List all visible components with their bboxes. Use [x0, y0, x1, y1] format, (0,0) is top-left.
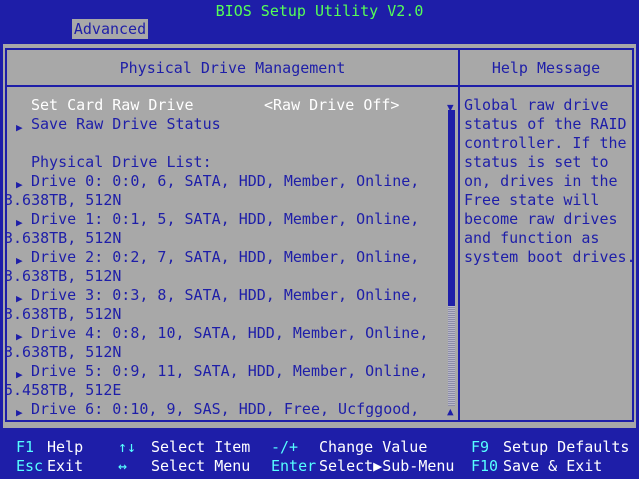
drive-item-3-detail: 3.638TB, 512N [4, 305, 122, 323]
footer-key-f10: F10 [471, 457, 499, 475]
footer-key-f1: F1 [16, 438, 35, 456]
footer-key-updown-icon: ↑↓ [118, 438, 137, 456]
help-line: Global raw drive [464, 96, 609, 114]
panel-divider-vertical [458, 48, 460, 422]
panel-border-bottom [5, 420, 634, 422]
drive-item-2-detail: 3.638TB, 512N [4, 267, 122, 285]
footer-key-esc: Esc [16, 457, 44, 475]
footer-desc-exit: Exit [47, 457, 84, 475]
footer-desc-select-submenu: Select▶Sub-Menu [319, 457, 455, 475]
footer-desc-select-menu: Select Menu [151, 457, 251, 475]
save-raw-drive-status-item[interactable]: Save Raw Drive Status [31, 115, 221, 134]
panel-border-top [5, 48, 634, 50]
footer-desc-setup-defaults: Setup Defaults [503, 438, 630, 456]
header-divider [5, 85, 634, 87]
help-line: system boot drives. [464, 248, 636, 266]
scroll-up-arrow-icon[interactable]: ▲ [447, 402, 454, 421]
set-card-raw-drive-label[interactable]: Set Card Raw Drive [31, 96, 194, 115]
footer-desc-help: Help [47, 438, 84, 456]
footer-key-enter: Enter [271, 457, 317, 475]
tab-advanced[interactable]: Advanced [72, 19, 148, 39]
panel-border-right [632, 48, 634, 422]
submenu-arrow-icon: ▶ [16, 121, 23, 134]
help-line: on, drives in the [464, 172, 618, 190]
help-line: status is set to [464, 153, 609, 171]
drive-item-6[interactable]: Drive 6: 0:10, 9, SAS, HDD, Free, Ucfggo… [31, 400, 419, 419]
scrollbar-thumb[interactable] [448, 110, 455, 306]
footer-key-plusminus: -/+ [271, 438, 299, 456]
footer-desc-save-exit: Save & Exit [503, 457, 603, 475]
help-line: Free state will [464, 191, 600, 209]
help-section-header: Help Message [491, 59, 601, 77]
drive-item-4[interactable]: Drive 4: 0:8, 10, SATA, HDD, Member, Onl… [31, 324, 428, 343]
footer-desc-change-value: Change Value [319, 438, 428, 456]
help-line: status of the RAID [464, 115, 627, 133]
physical-drive-list-title: Physical Drive List: [31, 153, 212, 171]
main-section-header: Physical Drive Management [119, 59, 346, 77]
drive-item-5-detail: 5.458TB, 512E [4, 381, 122, 399]
help-line: controller. If the [464, 134, 627, 152]
footer-desc-select-item: Select Item [151, 438, 251, 456]
drive-item-2[interactable]: Drive 2: 0:2, 7, SATA, HDD, Member, Onli… [31, 248, 419, 267]
drive-item-0[interactable]: Drive 0: 0:0, 6, SATA, HDD, Member, Onli… [31, 172, 419, 191]
footer-key-f9: F9 [471, 438, 490, 456]
submenu-arrow-icon: ▶ [16, 406, 23, 419]
drive-item-1[interactable]: Drive 1: 0:1, 5, SATA, HDD, Member, Onli… [31, 210, 419, 229]
drive-item-5[interactable]: Drive 5: 0:9, 11, SATA, HDD, Member, Onl… [31, 362, 428, 381]
help-line: and function as [464, 229, 600, 247]
drive-item-0-detail: 3.638TB, 512N [4, 191, 122, 209]
help-line: become raw drives [464, 210, 618, 228]
drive-item-1-detail: 3.638TB, 512N [4, 229, 122, 247]
drive-item-3[interactable]: Drive 3: 0:3, 8, SATA, HDD, Member, Onli… [31, 286, 419, 305]
footer-key-leftright-icon: ↔ [118, 457, 128, 475]
drive-item-4-detail: 3.638TB, 512N [4, 343, 122, 361]
set-card-raw-drive-value[interactable]: <Raw Drive Off> [264, 96, 399, 115]
